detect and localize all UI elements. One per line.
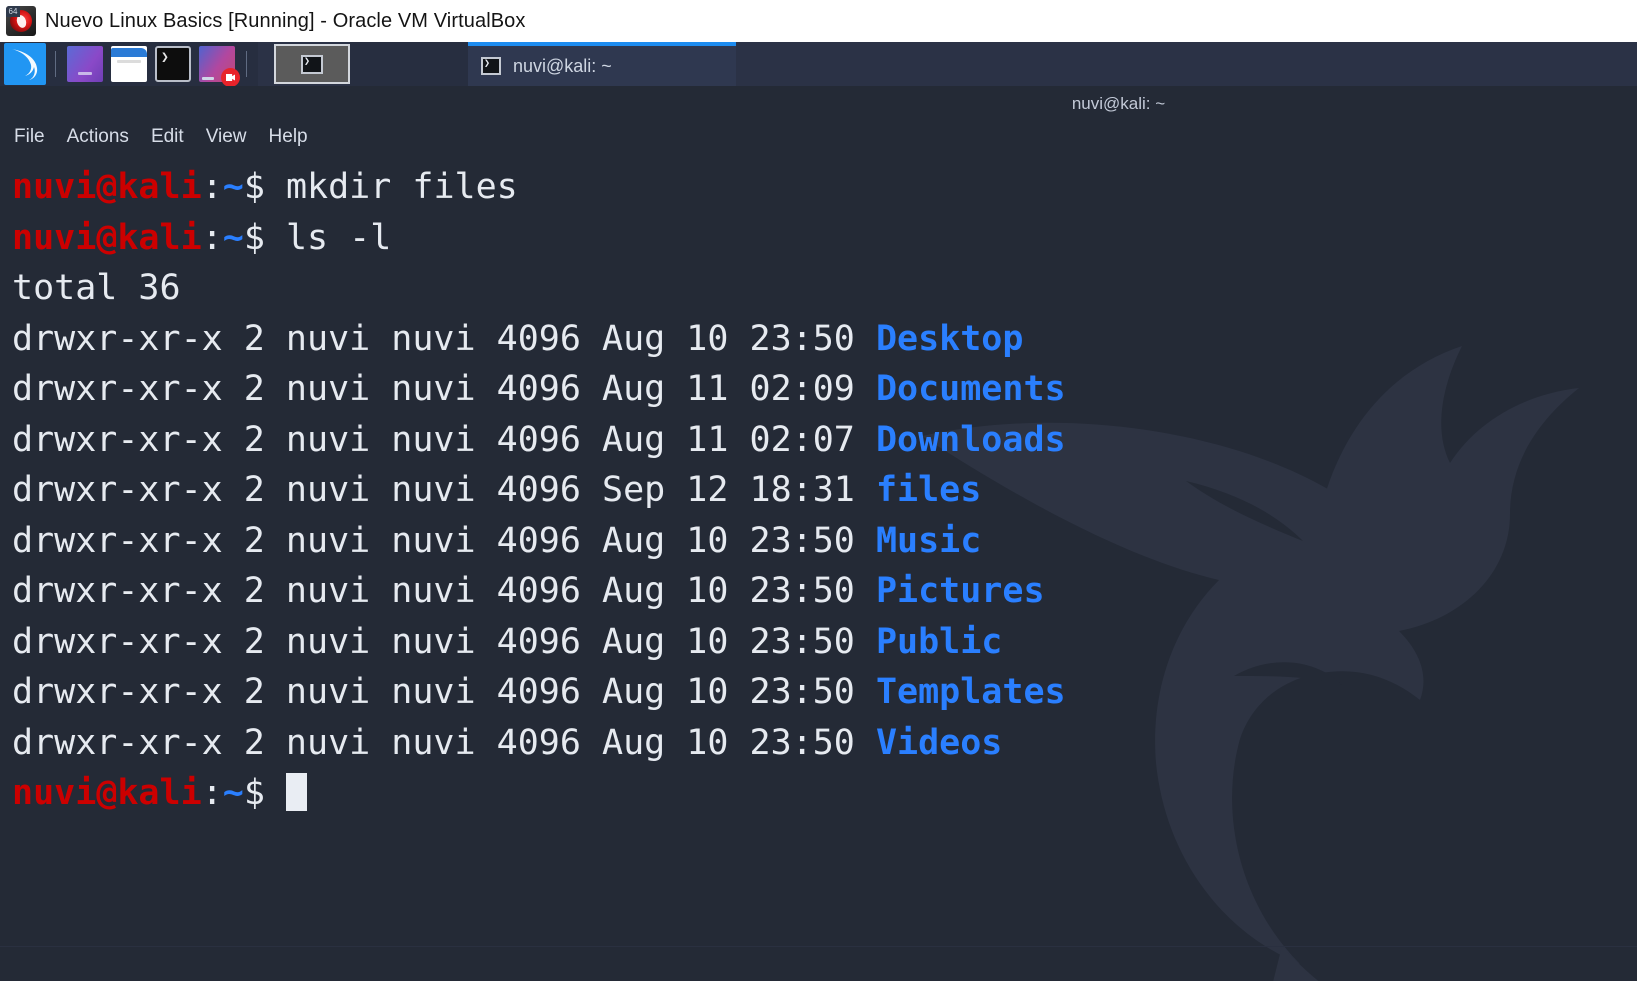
applications-menu-icon[interactable] <box>67 46 103 82</box>
menu-item-actions[interactable]: Actions <box>67 126 129 148</box>
terminal-output-area[interactable]: nuvi@kali:~$ mkdir files nuvi@kali:~$ ls … <box>12 162 1637 981</box>
virtualbox-bitness-badge: 64 <box>6 6 20 17</box>
listing-directory-name[interactable]: Desktop <box>876 319 1024 359</box>
terminal-command: ls -l <box>285 217 392 258</box>
listing-directory-name[interactable]: Music <box>876 521 981 561</box>
directory-listing-row: drwxr-xr-x 2 nuvi nuvi 4096 Aug 10 23:50… <box>12 718 1637 769</box>
listing-metadata: drwxr-xr-x 2 nuvi nuvi 4096 Aug 11 02:07 <box>12 419 876 460</box>
virtualbox-icon: 64 <box>6 6 36 36</box>
terminal-prompt-line: nuvi@kali:~$ mkdir files <box>12 162 1637 213</box>
terminal-prompt-line: nuvi@kali:~$ <box>12 768 1637 819</box>
directory-listing-row: drwxr-xr-x 2 nuvi nuvi 4096 Aug 10 23:50… <box>12 516 1637 567</box>
terminal-icon[interactable] <box>155 46 191 82</box>
terminal-window: nuvi@kali: ~ File Actions Edit View Help… <box>0 86 1637 981</box>
taskbar-window-label: nuvi@kali: ~ <box>513 55 612 76</box>
directory-listing-row: drwxr-xr-x 2 nuvi nuvi 4096 Aug 10 23:50… <box>12 566 1637 617</box>
directory-listing-row: drwxr-xr-x 2 nuvi nuvi 4096 Sep 12 18:31… <box>12 465 1637 516</box>
terminal-output-line: total 36 <box>12 263 1637 314</box>
prompt-colon: : <box>201 217 223 258</box>
terminal-menubar: File Actions Edit View Help <box>14 126 308 148</box>
prompt-colon: : <box>201 773 223 813</box>
listing-directory-name[interactable]: Downloads <box>876 420 1066 460</box>
directory-listing-row: drwxr-xr-x 2 nuvi nuvi 4096 Aug 11 02:07… <box>12 415 1637 466</box>
prompt-sigil: $ <box>243 773 286 813</box>
taskbar-spacer <box>350 42 468 86</box>
kali-dragon-logo-icon[interactable] <box>4 43 46 85</box>
prompt-path: ~ <box>222 167 244 207</box>
terminal-window-title: nuvi@kali: ~ <box>1071 94 1166 113</box>
listing-metadata: drwxr-xr-x 2 nuvi nuvi 4096 Aug 10 23:50 <box>12 621 876 662</box>
terminal-prompt-line: nuvi@kali:~$ ls -l <box>12 213 1637 264</box>
listing-metadata: drwxr-xr-x 2 nuvi nuvi 4096 Aug 10 23:50 <box>12 318 876 359</box>
listing-directory-name[interactable]: files <box>876 470 981 510</box>
terminal-icon <box>481 57 501 75</box>
menu-item-help[interactable]: Help <box>269 126 308 148</box>
listing-metadata: drwxr-xr-x 2 nuvi nuvi 4096 Aug 11 02:09 <box>12 369 876 409</box>
record-indicator-icon <box>221 68 240 87</box>
listing-metadata: drwxr-xr-x 2 nuvi nuvi 4096 Aug 10 23:50 <box>12 722 876 763</box>
terminal-icon <box>301 54 323 74</box>
directory-listing-row: drwxr-xr-x 2 nuvi nuvi 4096 Aug 10 23:50… <box>12 617 1637 668</box>
prompt-path: ~ <box>222 773 244 813</box>
taskbar-separator-1 <box>55 51 56 77</box>
prompt-path: ~ <box>222 217 244 258</box>
prompt-sigil: $ <box>243 217 286 258</box>
listing-metadata: drwxr-xr-x 2 nuvi nuvi 4096 Aug 10 23:50 <box>12 571 876 611</box>
terminal-output-text: total 36 <box>12 268 181 308</box>
listing-directory-name[interactable]: Pictures <box>876 571 1045 611</box>
workspace-terminal-button[interactable] <box>274 44 350 84</box>
listing-directory-name[interactable]: Videos <box>876 723 1002 763</box>
directory-listing-row: drwxr-xr-x 2 nuvi nuvi 4096 Aug 11 02:09… <box>12 364 1637 415</box>
listing-metadata: drwxr-xr-x 2 nuvi nuvi 4096 Aug 10 23:50 <box>12 672 876 712</box>
listing-metadata: drwxr-xr-x 2 nuvi nuvi 4096 Sep 12 18:31 <box>12 470 876 510</box>
file-manager-icon[interactable] <box>111 46 147 82</box>
taskbar-separator-2 <box>246 51 247 77</box>
directory-listing-row: drwxr-xr-x 2 nuvi nuvi 4096 Aug 10 23:50… <box>12 667 1637 718</box>
menu-item-edit[interactable]: Edit <box>151 126 184 148</box>
prompt-colon: : <box>201 167 223 207</box>
listing-directory-name[interactable]: Documents <box>876 369 1066 409</box>
directory-listing-row: drwxr-xr-x 2 nuvi nuvi 4096 Aug 10 23:50… <box>12 314 1637 365</box>
listing-directory-name[interactable]: Public <box>876 622 1002 662</box>
prompt-user-host: nuvi@kali <box>12 773 202 813</box>
prompt-user-host: nuvi@kali <box>12 217 202 258</box>
terminal-cursor <box>285 773 307 811</box>
vm-window-title: Nuevo Linux Basics [Running] - Oracle VM… <box>45 9 526 32</box>
kali-taskbar: nuvi@kali: ~ <box>0 42 1637 87</box>
taskbar-window-button-terminal[interactable]: nuvi@kali: ~ <box>468 42 736 86</box>
menu-item-view[interactable]: View <box>206 126 247 148</box>
listing-directory-name[interactable]: Templates <box>876 672 1066 712</box>
listing-metadata: drwxr-xr-x 2 nuvi nuvi 4096 Aug 10 23:50 <box>12 520 876 561</box>
prompt-sigil: $ <box>243 167 286 207</box>
prompt-user-host: nuvi@kali <box>12 167 202 207</box>
taskbar-empty-area <box>736 42 1637 86</box>
terminal-title-bar: nuvi@kali: ~ <box>0 94 1637 114</box>
terminal-command: mkdir files <box>285 167 518 207</box>
menu-item-file[interactable]: File <box>14 126 45 148</box>
vm-window-titlebar: 64 Nuevo Linux Basics [Running] - Oracle… <box>0 0 1637 42</box>
screen-recorder-icon[interactable] <box>199 46 240 87</box>
terminal-bottom-divider <box>0 946 1637 947</box>
